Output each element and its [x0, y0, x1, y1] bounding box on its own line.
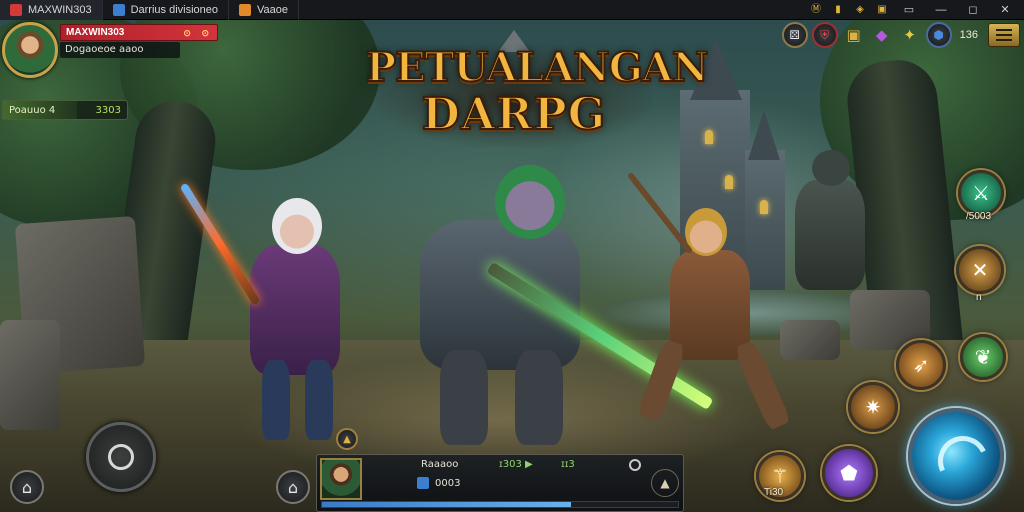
skill-label: /5003	[966, 211, 992, 222]
app-icon	[112, 3, 125, 16]
dice-icon[interactable]: ⚄	[781, 22, 808, 48]
alert-button[interactable]: ▲	[336, 428, 358, 450]
shield-glyph: ⛨	[820, 27, 830, 42]
menu-icon[interactable]	[988, 23, 1020, 47]
hero-name: Raaaoo	[421, 459, 459, 470]
player-subtitle: Dogaoeoe aaoo	[60, 42, 180, 58]
game-logo: PETUALANGAN DARPG	[365, 30, 710, 154]
shield-icon[interactable]: ⛨	[811, 22, 838, 48]
window-tab-second[interactable]: Darrius divisioneo	[103, 0, 230, 20]
skill-leaf-blade[interactable]: ❦	[960, 334, 1006, 380]
shuriken-icon: ✷	[864, 395, 882, 419]
arrow-icon: ➶	[912, 353, 930, 377]
tab-label: MAXWIN303	[28, 3, 92, 16]
leaf-blade-icon: ❦	[974, 345, 992, 369]
titlebar-right: Ⓜ ▮ ◈ ▣ ▭ — ◻ ✕	[810, 3, 1024, 17]
crystal-glyph: ⬢	[933, 28, 944, 42]
movement-joystick[interactable]	[86, 422, 156, 492]
star-glyph: ✦	[903, 26, 916, 44]
rock-left	[0, 320, 60, 430]
chest-icon[interactable]: ▣	[842, 23, 866, 47]
warning-icon: ▲	[343, 433, 351, 445]
player-name-bar: MAXWIN303 ⊙ ⊙	[60, 24, 218, 41]
hero-status-bar: Raaaoo ɪ303 ▶ ɪɪ3 0003 ▲	[316, 454, 684, 512]
skill-sword-slash[interactable]: ⚔	[958, 170, 1004, 216]
quest-progress-bar[interactable]: Poauuo 4 3303	[2, 100, 128, 120]
app-icon	[239, 3, 252, 16]
maximize-icon[interactable]: ◻	[962, 3, 984, 16]
tray-square-icon[interactable]: ▣	[876, 4, 888, 16]
house-icon: ⌂	[287, 477, 299, 497]
minimize-icon[interactable]: —	[930, 4, 952, 16]
skill-shuriken[interactable]: ✷	[848, 382, 898, 432]
skill-label: Ti30	[764, 487, 784, 498]
castle-window	[705, 130, 713, 144]
skill-arrow[interactable]: ➶	[896, 340, 946, 390]
crystal-icon[interactable]: ⬢	[925, 22, 952, 48]
close-icon[interactable]: ✕	[994, 3, 1016, 16]
window-tab-third[interactable]: Vaaoe	[229, 0, 300, 20]
chest-glyph: ▣	[846, 26, 861, 44]
purple-cube-icon: ⬟	[840, 461, 858, 485]
settings-ring-icon[interactable]	[629, 459, 641, 471]
hero-xp-bar	[321, 501, 679, 508]
base-button[interactable]: ⌂	[276, 470, 310, 504]
tray-diamond-icon[interactable]: ◈	[854, 4, 866, 16]
golden-sword-icon: ⚚	[771, 464, 789, 488]
quest-value: 3303	[95, 104, 121, 116]
player-panel: MAXWIN303 ⊙ ⊙ Dogaoeoe aaoo	[0, 20, 220, 80]
star-icon[interactable]: ✦	[898, 23, 922, 47]
player-name: MAXWIN303	[66, 27, 125, 38]
home-button[interactable]: ⌂	[10, 470, 44, 504]
quest-label: Poauuo 4	[9, 104, 56, 116]
main-attack-button[interactable]	[908, 408, 1004, 504]
skill-crossed-blades[interactable]: ✕	[956, 246, 1004, 294]
rock-right-small	[780, 320, 840, 360]
hero-level-value: 0003	[435, 477, 461, 489]
tab-label: Vaaoe	[257, 3, 289, 16]
hero-level: 0003	[417, 477, 460, 489]
app-icon	[10, 3, 22, 16]
logo-line-1: PETUALANGAN	[365, 43, 710, 92]
home-icon: ⌂	[21, 477, 33, 497]
tab-label: Darrius divisioneo	[130, 3, 219, 16]
castle-window	[725, 175, 733, 189]
resource-bar: ⚄ ⛨ ▣ ◆ ✦ ⬢ 136	[781, 22, 1020, 48]
gem-icon[interactable]: ◆	[870, 23, 894, 47]
tray-m-icon[interactable]: Ⓜ	[810, 4, 822, 16]
level-icon	[417, 477, 429, 489]
dice-glyph: ⚄	[789, 28, 800, 42]
restore-icon[interactable]: ▭	[898, 3, 920, 16]
skill-label: n	[976, 292, 982, 303]
expand-arrow-icon[interactable]: ▲	[651, 469, 679, 497]
hero-xp-fill	[322, 502, 572, 507]
tray-bar-icon[interactable]: ▮	[832, 4, 844, 16]
logo-line-2: DARPG	[421, 89, 607, 141]
crossed-blades-icon: ✕	[971, 258, 989, 282]
name-bar-icons[interactable]: ⊙ ⊙	[183, 26, 213, 41]
skill-purple-cube[interactable]: ⬟	[822, 446, 876, 500]
hero-portrait[interactable]	[320, 458, 362, 500]
window-tab-maxwin[interactable]: MAXWIN303	[0, 0, 103, 20]
hero-stat-2: ɪɪ3	[561, 459, 575, 470]
joystick-ring-icon	[108, 444, 134, 470]
castle-side-tower	[745, 150, 785, 290]
gem-glyph: ◆	[875, 26, 888, 44]
hero-stat-1: ɪ303 ▶	[499, 459, 533, 470]
resource-count: 136	[959, 29, 978, 41]
window-titlebar: MAXWIN303 Darrius divisioneo Vaaoe Ⓜ ▮ ◈…	[0, 0, 1024, 20]
castle-spire-side	[748, 110, 780, 160]
castle-window	[760, 200, 768, 214]
sword-icon: ⚔	[972, 181, 990, 205]
player-avatar[interactable]	[2, 22, 58, 78]
